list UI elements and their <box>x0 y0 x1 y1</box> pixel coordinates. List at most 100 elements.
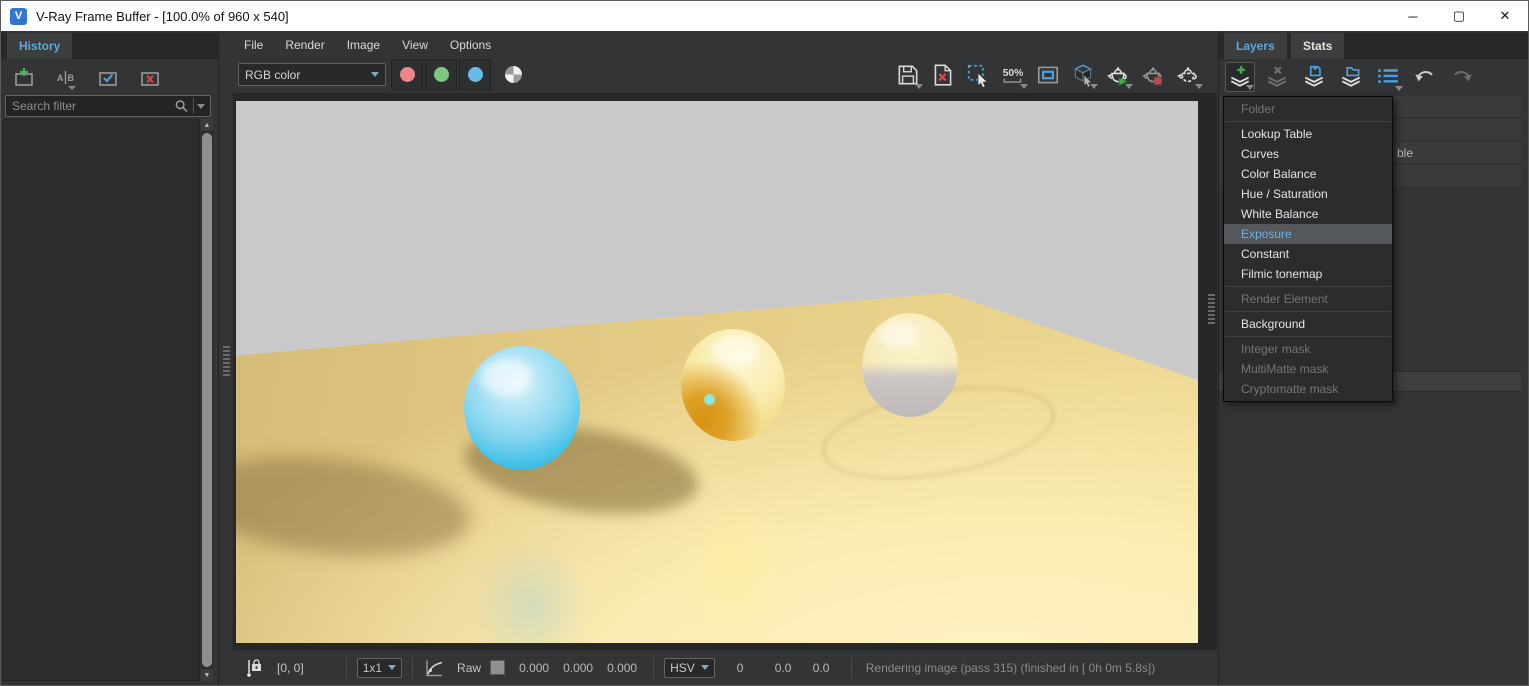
menu-item-lookup-table[interactable]: Lookup Table <box>1224 124 1392 144</box>
blue-channel-button[interactable] <box>459 59 491 90</box>
region-render-button[interactable] <box>1173 60 1203 90</box>
chevron-down-icon <box>1020 84 1028 89</box>
search-options-button[interactable] <box>197 104 210 109</box>
isolate-select-button[interactable] <box>1068 60 1098 90</box>
render-status-text: Rendering image (pass 315) (finished in … <box>866 661 1155 675</box>
channel-select[interactable]: RGB color <box>238 63 386 86</box>
undo-button[interactable] <box>1410 62 1440 92</box>
scroll-down-icon[interactable]: ▼ <box>201 669 213 681</box>
tab-layers[interactable]: Layers <box>1224 33 1287 59</box>
ab-compare-icon: A B <box>54 66 78 90</box>
menu-item-background[interactable]: Background <box>1224 314 1392 334</box>
menu-item-exposure[interactable]: Exposure <box>1224 224 1392 244</box>
menu-item-folder[interactable]: Folder <box>1224 99 1392 119</box>
hsv-h-value: 0 <box>737 661 775 675</box>
tab-history[interactable]: History <box>7 33 72 59</box>
add-layer-button[interactable] <box>1225 62 1255 92</box>
menu-item-cryptomatte-mask[interactable]: Cryptomatte mask <box>1224 379 1392 399</box>
pixel-zoom-value: 1x1 <box>363 661 382 675</box>
green-channel-button[interactable] <box>425 59 457 90</box>
color-mode-value: HSV <box>670 661 695 675</box>
stop-render-button[interactable] <box>1138 60 1168 90</box>
menu-item-render-element[interactable]: Render Element <box>1224 289 1392 309</box>
render-viewport[interactable] <box>233 93 1217 651</box>
chevron-down-icon <box>371 72 379 77</box>
load-layers-button[interactable] <box>1336 62 1366 92</box>
save-layers-button[interactable] <box>1299 62 1329 92</box>
red-channel-button[interactable] <box>391 59 423 90</box>
right-splitter-handle[interactable] <box>1208 294 1215 324</box>
pixel-coords: [0, 0] <box>277 661 304 675</box>
layer-list-button[interactable] <box>1373 62 1403 92</box>
close-button[interactable]: ✕ <box>1482 1 1528 31</box>
menu-render[interactable]: Render <box>274 38 335 52</box>
maximize-button[interactable]: ▢ <box>1436 1 1482 31</box>
menu-separator <box>1225 121 1391 122</box>
menu-view[interactable]: View <box>391 38 439 52</box>
rendered-image[interactable] <box>236 101 1198 643</box>
chevron-down-icon <box>1395 86 1403 91</box>
chevron-down-icon <box>1195 84 1203 89</box>
tab-stats[interactable]: Stats <box>1291 33 1344 59</box>
menu-item-curves[interactable]: Curves <box>1224 144 1392 164</box>
region-select-button[interactable] <box>963 60 993 90</box>
chevron-down-icon <box>1090 84 1098 89</box>
load-layers-icon <box>1338 64 1364 90</box>
menu-item-white-balance[interactable]: White Balance <box>1224 204 1392 224</box>
delete-layer-button[interactable] <box>1262 62 1292 92</box>
divider <box>851 657 852 679</box>
minimize-button[interactable]: ─ <box>1390 1 1436 31</box>
render-last-button[interactable] <box>1103 60 1133 90</box>
chevron-down-icon <box>197 104 205 109</box>
scroll-up-icon[interactable]: ▲ <box>201 119 213 131</box>
vray-logo-icon: V <box>10 8 27 25</box>
alpha-checker-icon[interactable] <box>505 66 522 83</box>
left-splitter-handle[interactable] <box>223 346 230 376</box>
divider <box>346 657 347 679</box>
menu-file[interactable]: File <box>233 38 274 52</box>
pixel-lock-button[interactable] <box>243 657 265 679</box>
ab-compare-button[interactable]: A B <box>51 63 81 93</box>
chevron-down-icon <box>701 665 709 670</box>
chevron-down-icon <box>1246 85 1254 90</box>
chevron-down-icon <box>1125 84 1133 89</box>
blue-glass-sphere <box>464 346 580 470</box>
history-list[interactable] <box>3 119 200 681</box>
menu-item-constant[interactable]: Constant <box>1224 244 1392 264</box>
menu-image[interactable]: Image <box>336 38 391 52</box>
history-scrollbar[interactable]: ▲ ▼ <box>201 119 213 681</box>
scrollbar-thumb[interactable] <box>202 133 212 667</box>
pixel-zoom-select[interactable]: 1x1 <box>357 658 402 678</box>
color-mode-select[interactable]: HSV <box>664 658 715 678</box>
channel-select-value: RGB color <box>245 68 300 82</box>
save-image-button[interactable] <box>893 60 923 90</box>
menu-item-color-balance[interactable]: Color Balance <box>1224 164 1392 184</box>
add-to-history-icon <box>12 66 36 90</box>
divider <box>193 98 194 114</box>
menu-item-filmic-tonemap[interactable]: Filmic tonemap <box>1224 264 1392 284</box>
zoom-50-button[interactable]: 50% <box>998 60 1028 90</box>
set-history-button[interactable] <box>93 63 123 93</box>
menu-item-multimatte-mask[interactable]: MultiMatte mask <box>1224 359 1392 379</box>
pin-lock-icon <box>243 657 265 679</box>
layers-toolbar <box>1225 62 1477 92</box>
fit-view-button[interactable] <box>1033 60 1063 90</box>
color-curve-toggle[interactable] <box>423 657 445 679</box>
divider <box>653 657 654 679</box>
history-toolbar: A B <box>9 63 165 93</box>
remove-history-button[interactable] <box>135 63 165 93</box>
redo-button[interactable] <box>1447 62 1477 92</box>
sampled-color-swatch <box>490 660 505 675</box>
add-to-history-button[interactable] <box>9 63 39 93</box>
hsv-s-value: 0.0 <box>775 661 813 675</box>
region-select-icon <box>965 62 991 88</box>
clear-image-button[interactable] <box>928 60 958 90</box>
menu-options[interactable]: Options <box>439 38 502 52</box>
titlebar[interactable]: V V-Ray Frame Buffer - [100.0% of 960 x … <box>1 1 1528 31</box>
raw-r-value: 0.000 <box>519 661 563 675</box>
menu-item-hue-saturation[interactable]: Hue / Saturation <box>1224 184 1392 204</box>
menu-item-integer-mask[interactable]: Integer mask <box>1224 339 1392 359</box>
chevron-down-icon <box>915 84 923 89</box>
search-input[interactable] <box>6 99 173 113</box>
remove-history-x-icon <box>138 66 162 90</box>
